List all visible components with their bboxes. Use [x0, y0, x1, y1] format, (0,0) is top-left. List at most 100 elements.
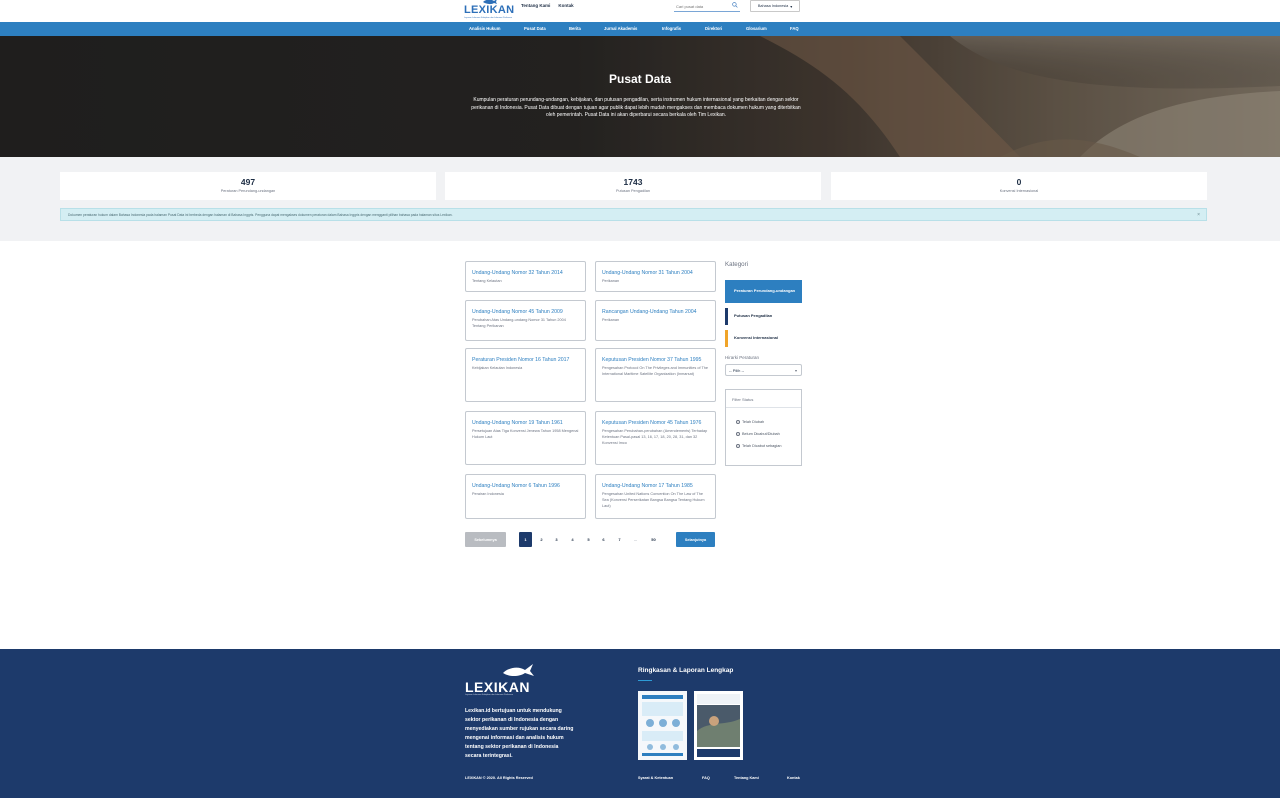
- nav-infografis[interactable]: Infografis: [662, 26, 681, 31]
- document-card[interactable]: Peraturan Presiden Nomor 16 Tahun 2017 K…: [465, 348, 586, 402]
- radio-icon[interactable]: [736, 432, 740, 436]
- radio-icon[interactable]: [736, 444, 740, 448]
- hero-description: Kumpulan peraturan perundang-undangan, k…: [471, 97, 801, 118]
- stat-value: 1743: [623, 177, 643, 187]
- logo-tagline: Layanan Informasi Kebijakan dan Informas…: [464, 17, 513, 19]
- search-box: [674, 1, 740, 12]
- page-4[interactable]: 4: [566, 532, 579, 547]
- language-select[interactable]: Bahasa Indonesia ▾: [750, 0, 800, 12]
- document-card[interactable]: Undang-Undang Nomor 6 Tahun 1996 Peraira…: [465, 474, 586, 519]
- footer-logo[interactable]: LEXIKAN Layanan Informasi Kebijakan dan …: [465, 661, 535, 696]
- nav-berita[interactable]: Berita: [569, 26, 581, 31]
- page-50[interactable]: 50: [647, 532, 660, 547]
- stat-label: Peraturan Perundang-undangan: [220, 189, 276, 193]
- page-6[interactable]: 6: [597, 532, 610, 547]
- prev-page-button[interactable]: Sebelumnya: [465, 532, 506, 547]
- footer-description: Lexikan.id bertujuan untuk mendukung sek…: [465, 708, 574, 759]
- nav-pusat-data[interactable]: Pusat Data: [524, 26, 546, 31]
- hierarchy-label: Hirarki Peraturan: [725, 355, 760, 360]
- page-ellipsis: ...: [633, 537, 638, 542]
- chevron-down-icon: ▾: [794, 368, 797, 373]
- footer-link-faq[interactable]: FAQ: [702, 776, 710, 780]
- card-description: Kebijakan Kelautan Indonesia: [472, 366, 523, 370]
- filter-heading: Filter Status: [726, 390, 801, 408]
- document-card[interactable]: Undang-Undang Nomor 17 Tahun 1985 Penges…: [595, 474, 716, 519]
- category-konvensi[interactable]: Konvensi Internasional: [725, 330, 802, 347]
- nav-glosarium[interactable]: Glosarium: [746, 26, 767, 31]
- hierarchy-select[interactable]: -- Pilih -- ▾: [725, 364, 802, 376]
- document-card[interactable]: Undang-Undang Nomor 31 Tahun 2004 Perika…: [595, 261, 716, 292]
- card-title[interactable]: Keputusan Presiden Nomor 37 Tahun 1995: [602, 356, 709, 364]
- stat-card-konvensi: 0 Konvensi Internasional: [831, 172, 1207, 200]
- document-card[interactable]: Keputusan Presiden Nomor 37 Tahun 1995 P…: [595, 348, 716, 402]
- category-peraturan[interactable]: Peraturan Perundang-undangan: [725, 280, 802, 303]
- card-title[interactable]: Undang-Undang Nomor 17 Tahun 1985: [602, 482, 709, 490]
- footer-link-tentang-kami[interactable]: Tentang Kami: [734, 776, 759, 780]
- stat-card-putusan: 1743 Putusan Pengadilan: [445, 172, 821, 200]
- document-card[interactable]: Keputusan Presiden Nomor 45 Tahun 1976 P…: [595, 411, 716, 465]
- hierarchy-value: -- Pilih --: [729, 367, 745, 373]
- card-title[interactable]: Rancangan Undang-Undang Tahun 2004: [602, 308, 709, 316]
- report-thumbnail-full[interactable]: [694, 691, 743, 760]
- next-page-button[interactable]: Selanjutnya: [676, 532, 715, 547]
- page-1[interactable]: 1: [519, 532, 532, 547]
- radio-icon[interactable]: [736, 420, 740, 424]
- card-description: Perubahan Atas Undang-undang Nomor 31 Ta…: [472, 318, 566, 329]
- search-input[interactable]: [676, 4, 726, 9]
- card-title[interactable]: Keputusan Presiden Nomor 45 Tahun 1976: [602, 419, 709, 427]
- footer-logo-tagline: Layanan Informasi Kebijakan dan Informas…: [465, 694, 514, 696]
- card-description: Tentang Kelautan: [472, 279, 502, 283]
- footer-link-syarat[interactable]: Syarat & Ketentuan: [638, 776, 673, 780]
- card-description: Pengesahan Perubahan-perubahan (Amendeme…: [602, 429, 708, 446]
- document-card[interactable]: Undang-Undang Nomor 32 Tahun 2014 Tentan…: [465, 261, 586, 292]
- page-2[interactable]: 2: [535, 532, 548, 547]
- card-description: Pengesahan Protocol On The Privileges an…: [602, 366, 709, 377]
- card-description: Pengesahan United Nations Convention On …: [602, 492, 705, 509]
- footer-link-kontak[interactable]: Kontak: [787, 776, 800, 780]
- logo-text: LEXIKAN: [464, 4, 515, 16]
- hero-banner: Pusat Data Kumpulan peraturan perundang-…: [0, 36, 1280, 157]
- copyright: LEXIKAN © 2020. All Rights Reserved: [465, 776, 533, 780]
- card-description: Persetujuan Atas Tiga Konvensi Jenewa Ta…: [472, 429, 579, 440]
- info-alert: Dokumen peraturan hukum dalam Bahasa Ind…: [60, 208, 1207, 221]
- filter-option[interactable]: Belum Dicabut/Diubah: [736, 432, 780, 436]
- card-title[interactable]: Undang-Undang Nomor 31 Tahun 2004: [602, 269, 709, 277]
- nav-jurnal-akademis[interactable]: Jurnal Akademis: [604, 26, 637, 31]
- nav-direktori[interactable]: Direktori: [705, 26, 722, 31]
- filter-option[interactable]: Telah Dicabut sebagian: [736, 444, 781, 448]
- stat-label: Konvensi Internasional: [999, 189, 1039, 193]
- document-card[interactable]: Undang-Undang Nomor 45 Tahun 2009 Peruba…: [465, 300, 586, 341]
- category-label: Peraturan Perundang-undangan: [734, 288, 796, 294]
- document-card[interactable]: Undang-Undang Nomor 19 Tahun 1961 Perset…: [465, 411, 586, 465]
- card-title[interactable]: Undang-Undang Nomor 19 Tahun 1961: [472, 419, 579, 427]
- top-links: Tentang Kami Kontak: [521, 3, 574, 8]
- search-icon[interactable]: [732, 2, 738, 8]
- category-putusan[interactable]: Putusan Pengadilan: [725, 308, 802, 325]
- card-title[interactable]: Undang-Undang Nomor 6 Tahun 1996: [472, 482, 579, 490]
- card-title[interactable]: Peraturan Presiden Nomor 16 Tahun 2017: [472, 356, 579, 364]
- page-5[interactable]: 5: [582, 532, 595, 547]
- filter-option-label: Telah Diubah: [742, 420, 765, 424]
- page-7[interactable]: 7: [613, 532, 626, 547]
- nav-analisis-hukum[interactable]: Analisis Hukum: [469, 26, 500, 31]
- page-title: Pusat Data: [608, 72, 672, 86]
- document-card[interactable]: Rancangan Undang-Undang Tahun 2004 Perik…: [595, 300, 716, 341]
- category-color-bar: [725, 330, 728, 347]
- stat-label: Putusan Pengadilan: [616, 189, 650, 193]
- page-3[interactable]: 3: [550, 532, 563, 547]
- fish-icon: [503, 664, 534, 676]
- card-title[interactable]: Undang-Undang Nomor 32 Tahun 2014: [472, 269, 579, 277]
- stat-value: 0: [1016, 177, 1022, 187]
- link-tentang-kami[interactable]: Tentang Kami: [521, 3, 550, 8]
- lexikan-logo[interactable]: LEXIKAN Layanan Informasi Kebijakan dan …: [464, 0, 516, 20]
- nav-faq[interactable]: FAQ: [790, 26, 799, 31]
- close-icon[interactable]: ×: [1197, 212, 1200, 218]
- filter-status-box: Filter Status Telah Diubah Belum Dicabut…: [725, 389, 802, 466]
- category-label: Konvensi Internasional: [734, 335, 779, 341]
- report-cover-infographic-icon: [638, 691, 687, 760]
- link-kontak[interactable]: Kontak: [558, 3, 573, 8]
- card-title[interactable]: Undang-Undang Nomor 45 Tahun 2009: [472, 308, 579, 316]
- filter-option[interactable]: Telah Diubah: [736, 420, 764, 424]
- report-thumbnail-summary[interactable]: [638, 691, 687, 760]
- chevron-down-icon: ▾: [790, 4, 793, 9]
